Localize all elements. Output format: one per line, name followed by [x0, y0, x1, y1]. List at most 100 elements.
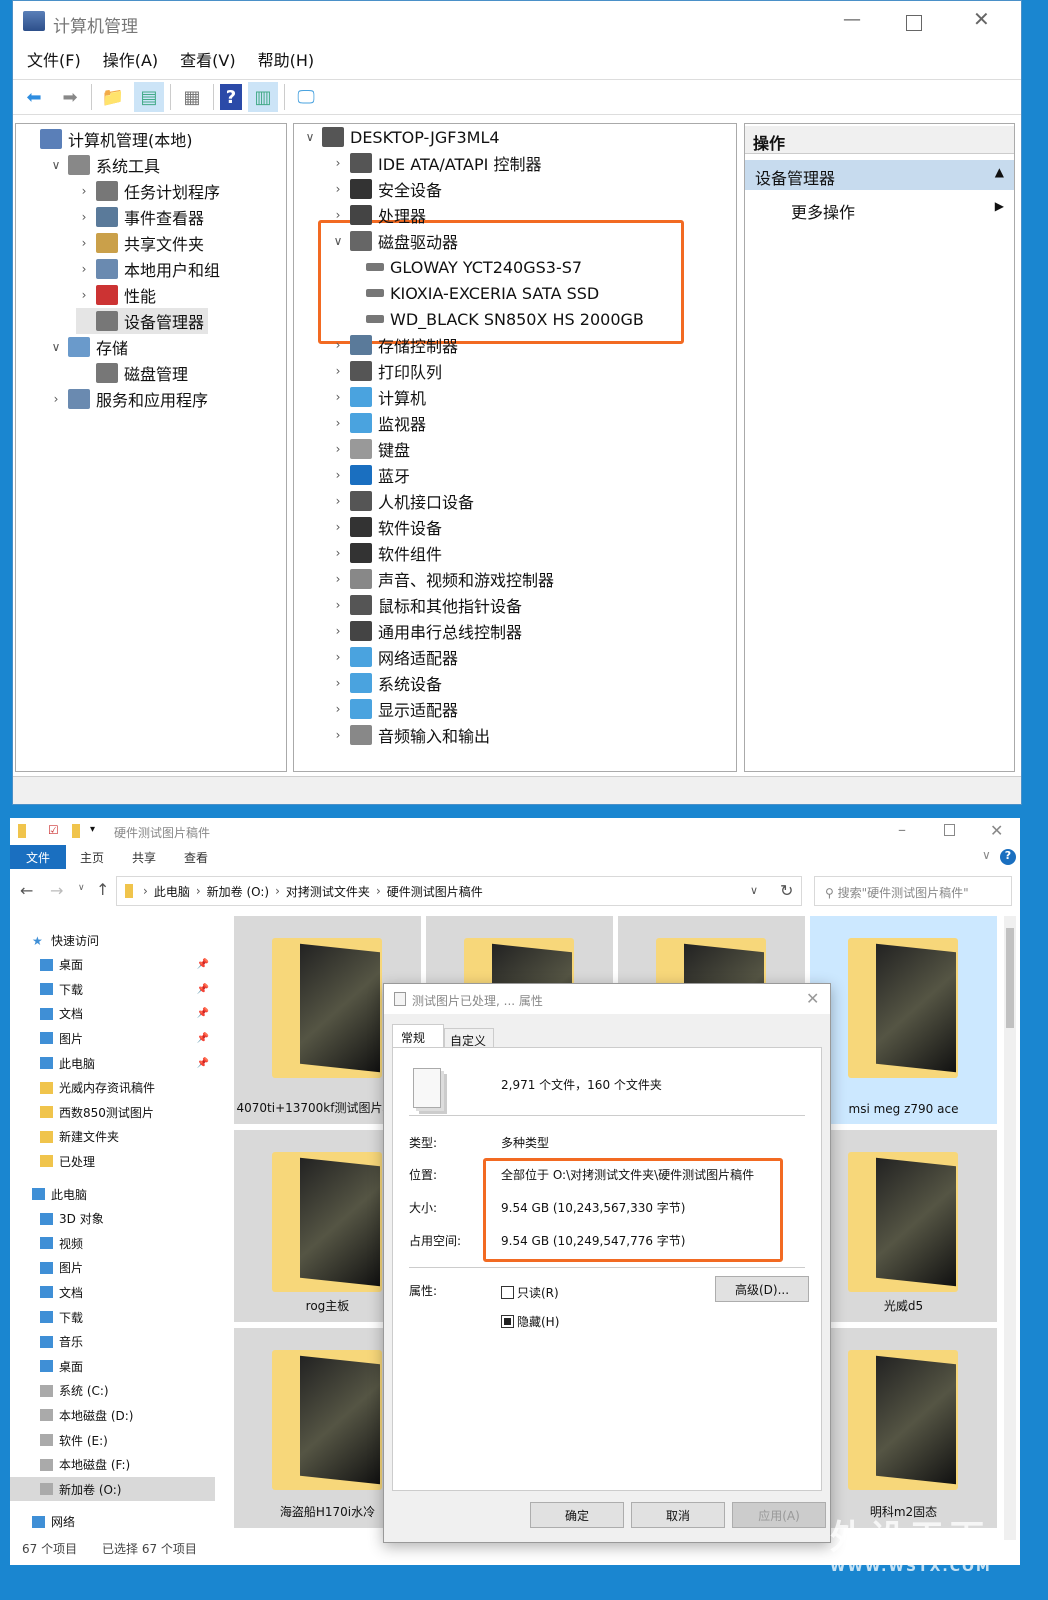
chevron-down-icon[interactable]: ∨ — [48, 340, 64, 354]
tree-item[interactable]: ∨ 存储 — [48, 334, 128, 360]
chevron-right-icon[interactable]: › — [330, 416, 346, 430]
tree-item[interactable]: 设备管理器 — [76, 308, 209, 334]
disk-drive-item[interactable]: GLOWAY YCT240GS3-S7 — [362, 254, 582, 280]
chevron-right-icon[interactable]: › — [275, 884, 280, 898]
chevron-right-icon[interactable]: › — [330, 728, 346, 742]
chevron-right-icon[interactable]: › — [76, 262, 92, 276]
new-folder-quick-icon[interactable] — [72, 824, 80, 838]
recent-locations-icon[interactable]: ∨ — [78, 883, 85, 893]
nav-item[interactable]: 图片 📌 — [10, 1026, 215, 1050]
menu-item[interactable]: 查看(V) — [180, 47, 235, 75]
nav-item[interactable]: 下载 📌 — [10, 977, 215, 1001]
chevron-right-icon[interactable]: › — [330, 702, 346, 716]
ribbon-tab[interactable]: 共享 — [118, 845, 170, 869]
tree-item[interactable]: › 任务计划程序 — [76, 178, 220, 204]
folder-tile[interactable]: 光威d5 — [810, 1130, 997, 1322]
pin-icon[interactable]: 📌 — [197, 1058, 209, 1069]
menu-item[interactable]: 操作(A) — [103, 47, 158, 75]
maximize-button[interactable] — [906, 15, 922, 31]
chevron-right-icon[interactable]: › — [330, 520, 346, 534]
nav-item[interactable]: 视频 — [10, 1231, 215, 1255]
nav-item[interactable]: 图片 — [10, 1256, 215, 1280]
nav-item[interactable]: 桌面 — [10, 1354, 215, 1378]
search-input[interactable]: ⚲ 搜索"硬件测试图片稿件" — [814, 876, 1012, 906]
close-button[interactable]: ✕ — [990, 821, 1003, 840]
breadcrumb-item[interactable]: 硬件测试图片稿件 — [387, 883, 483, 900]
tree-item[interactable]: › 性能 — [76, 282, 156, 308]
menu-item[interactable]: 帮助(H) — [258, 47, 315, 75]
breadcrumb-item[interactable]: 对拷测试文件夹 — [286, 883, 370, 900]
show-hide-tree-icon[interactable]: ▤ — [134, 82, 164, 112]
chevron-right-icon[interactable]: › — [76, 236, 92, 250]
chevron-right-icon[interactable]: › — [76, 288, 92, 302]
tree-item[interactable]: › 服务和应用程序 — [48, 386, 208, 412]
device-category[interactable]: › 显示适配器 — [330, 696, 458, 722]
nav-item[interactable]: 下载 — [10, 1305, 215, 1329]
disk-drive-item[interactable]: WD_BLACK SN850X HS 2000GB — [362, 306, 644, 332]
forward-icon[interactable]: ➡ — [55, 82, 85, 112]
chevron-right-icon[interactable]: › — [48, 392, 64, 406]
actions-section-device-manager[interactable]: 设备管理器 ▲ — [745, 160, 1014, 190]
more-actions-item[interactable]: 更多操作 ▶ — [745, 196, 1014, 222]
help-icon[interactable]: ? — [220, 84, 242, 110]
chevron-right-icon[interactable]: › — [196, 884, 201, 898]
nav-item[interactable]: 光威内存资讯稿件 — [10, 1076, 215, 1100]
address-bar[interactable]: › 此电脑 › 新加卷 (O:) › 对拷测试文件夹 › 硬件测试图片稿件 — [116, 876, 802, 906]
expand-ribbon-icon[interactable]: ∨ — [982, 848, 991, 862]
pin-icon[interactable]: 📌 — [197, 1008, 209, 1019]
chevron-right-icon[interactable]: › — [330, 624, 346, 638]
nav-item[interactable]: 已处理 — [10, 1149, 215, 1173]
nav-item[interactable]: 3D 对象 — [10, 1207, 215, 1231]
device-category[interactable]: › 计算机 — [330, 384, 426, 410]
chevron-down-icon[interactable]: ∨ — [330, 234, 346, 248]
device-category[interactable]: › 软件设备 — [330, 514, 442, 540]
back-icon[interactable]: ⬅ — [19, 82, 49, 112]
chevron-right-icon[interactable]: › — [330, 364, 346, 378]
chevron-right-icon[interactable]: › — [376, 884, 381, 898]
refresh-icon[interactable]: ↻ — [780, 881, 793, 900]
device-category[interactable]: › 系统设备 — [330, 670, 442, 696]
address-dropdown-icon[interactable]: ∨ — [750, 884, 758, 897]
device-category[interactable]: › 键盘 — [330, 436, 410, 462]
breadcrumb-item[interactable]: 此电脑 — [154, 883, 190, 900]
tab-general[interactable]: 常规 — [392, 1024, 444, 1048]
apply-button[interactable]: 应用(A) — [732, 1502, 826, 1528]
customize-quick-access-icon[interactable]: ▾ — [90, 824, 95, 835]
chevron-right-icon[interactable]: › — [76, 184, 92, 198]
tree-item[interactable]: ∨ 系统工具 — [48, 152, 160, 178]
nav-item[interactable]: 本地磁盘 (F:) — [10, 1453, 215, 1477]
nav-item[interactable]: ★ 快速访问 — [10, 928, 215, 952]
tree-item[interactable]: › 事件查看器 — [76, 204, 204, 230]
device-category[interactable]: › 打印队列 — [330, 358, 442, 384]
chevron-right-icon[interactable]: › — [330, 208, 346, 222]
device-category[interactable]: › 监视器 — [330, 410, 426, 436]
chevron-right-icon[interactable]: › — [330, 546, 346, 560]
chevron-right-icon[interactable]: › — [76, 210, 92, 224]
back-icon[interactable]: ← — [20, 881, 33, 900]
hidden-checkbox[interactable]: 隐藏(H) — [501, 1313, 559, 1330]
device-category[interactable]: › 蓝牙 — [330, 462, 410, 488]
dialog-close-button[interactable]: ✕ — [806, 989, 819, 1008]
chevron-right-icon[interactable]: › — [330, 676, 346, 690]
forward-icon[interactable]: → — [50, 881, 63, 900]
nav-item[interactable]: 网络 — [10, 1510, 215, 1534]
device-category[interactable]: › IDE ATA/ATAPI 控制器 — [330, 150, 541, 176]
nav-item[interactable]: 软件 (E:) — [10, 1428, 215, 1452]
cancel-button[interactable]: 取消 — [631, 1502, 725, 1528]
device-category[interactable]: › 人机接口设备 — [330, 488, 474, 514]
maximize-button[interactable] — [944, 824, 955, 836]
nav-item[interactable]: 文档 — [10, 1280, 215, 1304]
chevron-down-icon[interactable]: ∨ — [48, 158, 64, 172]
nav-item[interactable]: 本地磁盘 (D:) — [10, 1403, 215, 1427]
chevron-right-icon[interactable]: › — [330, 494, 346, 508]
up-icon[interactable]: ↑ — [96, 880, 109, 899]
tree-item[interactable]: › 本地用户和组 — [76, 256, 220, 282]
device-category[interactable]: › 存储控制器 — [330, 332, 458, 358]
chevron-right-icon[interactable]: › — [330, 442, 346, 456]
ribbon-tab[interactable]: 文件 — [10, 845, 66, 869]
minimize-button[interactable]: — — [843, 9, 861, 30]
nav-item[interactable]: 桌面 📌 — [10, 953, 215, 977]
nav-item[interactable]: 新建文件夹 — [10, 1125, 215, 1149]
pin-icon[interactable]: 📌 — [197, 959, 209, 970]
chevron-right-icon[interactable]: › — [330, 572, 346, 586]
